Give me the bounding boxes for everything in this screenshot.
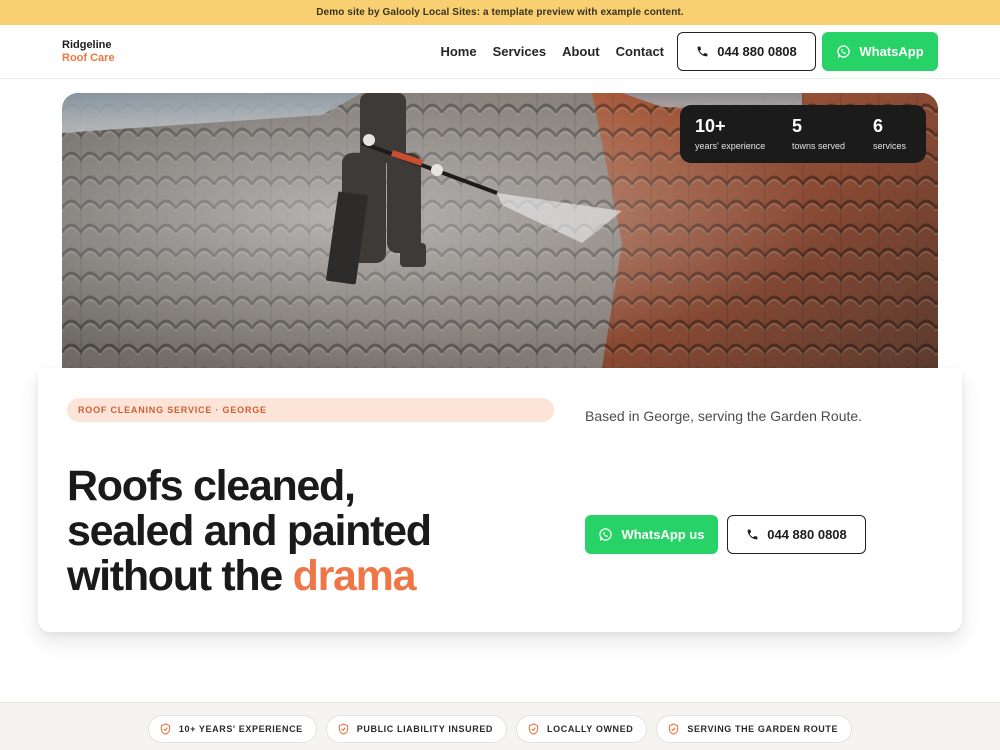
shield-check-icon <box>528 723 539 735</box>
trust-chip-label: SERVING THE GARDEN ROUTE <box>687 724 839 734</box>
nav-contact[interactable]: Contact <box>616 44 664 59</box>
nav-about[interactable]: About <box>562 44 600 59</box>
shield-check-icon <box>338 723 349 735</box>
whatsapp-us-label: WhatsApp us <box>621 527 705 542</box>
brand-name: Ridgeline <box>62 38 112 51</box>
stat-label: years' experience <box>695 141 766 151</box>
stat-value: 6 <box>873 116 884 136</box>
shield-check-icon <box>160 723 171 735</box>
headline-line-3-start: without the <box>67 552 293 600</box>
trust-chip-label: LOCALLY OWNED <box>547 724 634 734</box>
trust-chip-insured: PUBLIC LIABILITY INSURED <box>325 715 508 743</box>
demo-banner-text: Demo site by Galooly Local Sites: a temp… <box>316 7 684 18</box>
site-header: Ridgeline Roof Care Home Services About … <box>0 25 1000 79</box>
hero-headline: Roofs cleaned, sealed and painted withou… <box>67 462 432 599</box>
shield-check-icon <box>668 723 679 735</box>
stat-value: 5 <box>792 116 803 136</box>
trust-chip-label: PUBLIC LIABILITY INSURED <box>356 724 494 734</box>
stat-towns: 5 towns served <box>792 115 873 163</box>
headline-line-2: sealed and painted <box>67 507 432 555</box>
location-text: Based in George, serving the Garden Rout… <box>585 408 863 424</box>
trust-bar: 10+ YEARS' EXPERIENCE PUBLIC LIABILITY I… <box>0 702 1000 750</box>
header-phone-button[interactable]: 044 880 0808 <box>677 32 816 71</box>
trust-chip-area: SERVING THE GARDEN ROUTE <box>656 715 853 743</box>
stat-label: towns served <box>792 141 846 151</box>
phone-icon <box>746 528 759 541</box>
main-nav: Home Services About Contact 044 880 0808… <box>440 32 938 71</box>
stats-panel: 10+ years' experience 5 towns served 6 s… <box>680 105 926 163</box>
whatsapp-icon <box>598 527 613 542</box>
trust-chip-experience: 10+ YEARS' EXPERIENCE <box>147 715 317 743</box>
hero-card: ROOF CLEANING SERVICE · GEORGE Roofs cle… <box>38 368 962 632</box>
call-button-label: 044 880 0808 <box>767 527 847 542</box>
header-whatsapp-label: WhatsApp <box>859 44 924 59</box>
headline-accent: drama <box>292 552 417 600</box>
stat-experience: 10+ years' experience <box>695 115 792 163</box>
stat-label: services <box>873 141 907 151</box>
headline-line-3: without the drama <box>67 554 431 599</box>
phone-icon <box>696 45 709 58</box>
brand-logo[interactable]: Ridgeline Roof Care <box>62 39 115 65</box>
whatsapp-icon <box>836 44 851 59</box>
stat-value: 10+ <box>695 116 726 136</box>
brand-tagline: Roof Care <box>62 51 115 64</box>
header-phone-label: 044 880 0808 <box>717 44 797 59</box>
call-button[interactable]: 044 880 0808 <box>727 515 866 554</box>
trust-chip-local: LOCALLY OWNED <box>516 715 648 743</box>
header-whatsapp-button[interactable]: WhatsApp <box>822 32 938 71</box>
headline-line-1: Roofs cleaned, <box>67 462 356 510</box>
stat-services: 6 services <box>873 115 906 163</box>
trust-chip-label: 10+ YEARS' EXPERIENCE <box>178 724 303 734</box>
nav-home[interactable]: Home <box>440 44 476 59</box>
nav-services[interactable]: Services <box>493 44 547 59</box>
service-tag: ROOF CLEANING SERVICE · GEORGE <box>67 398 554 422</box>
demo-banner: Demo site by Galooly Local Sites: a temp… <box>0 0 1000 25</box>
whatsapp-us-button[interactable]: WhatsApp us <box>585 515 718 554</box>
